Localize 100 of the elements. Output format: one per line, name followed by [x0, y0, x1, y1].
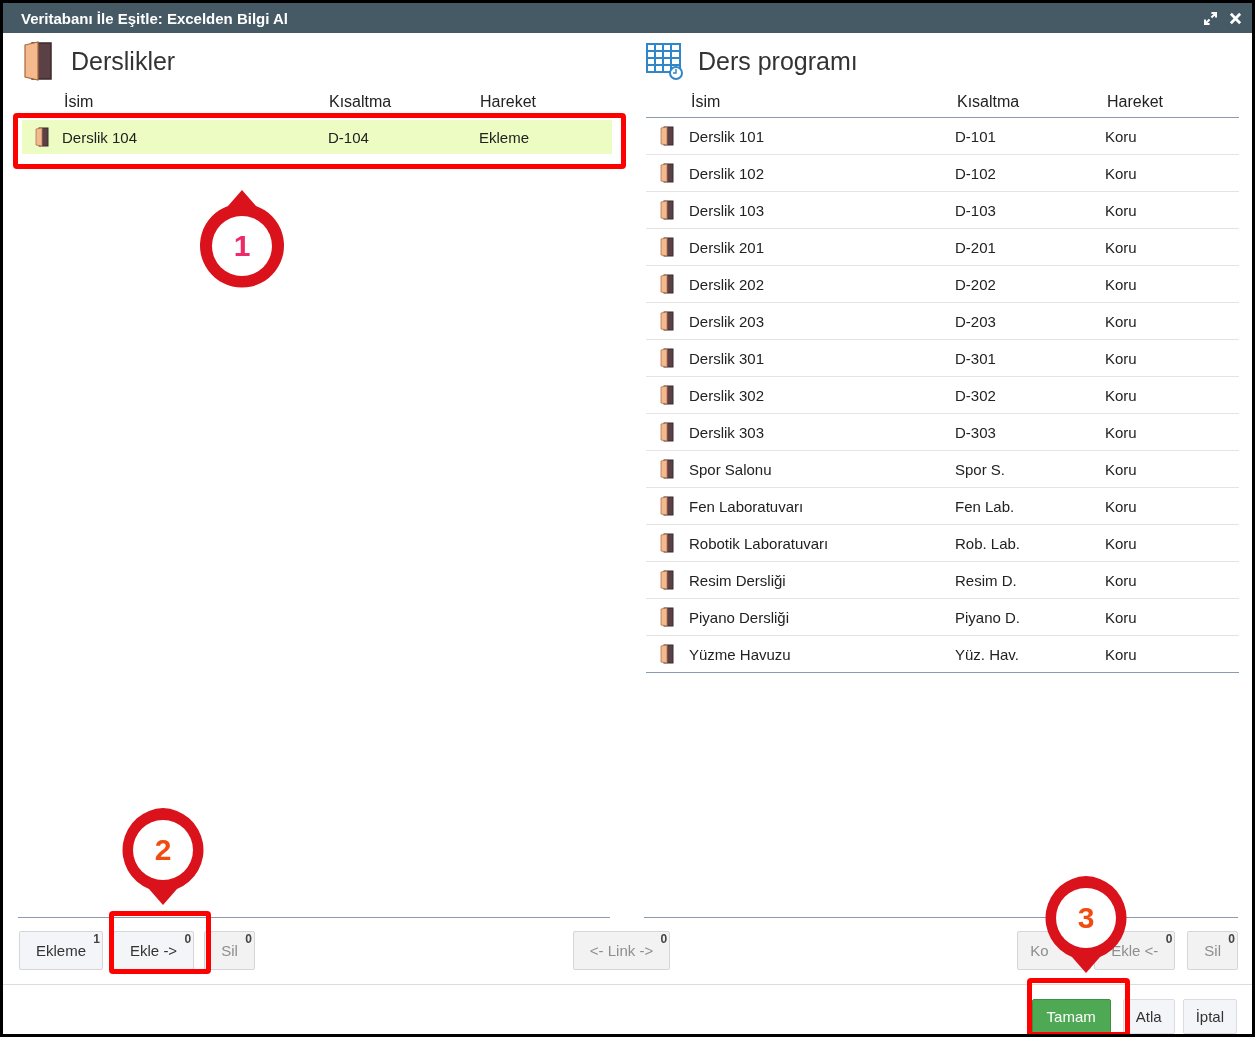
table-cell-text: Resim Dersliği [689, 571, 787, 589]
door-icon [660, 274, 675, 294]
table-cell-text: D-103 [955, 201, 997, 219]
door-icon [35, 127, 49, 147]
table-row[interactable]: Fen Laboratuvarı Fen Lab. Koru [646, 488, 1239, 525]
table-cell-text: Koru [1105, 201, 1138, 219]
table-cell-text: Koru [1105, 312, 1138, 330]
count-label: 0 [660, 932, 668, 946]
table-cell-text: Yüzme Havuzu [689, 645, 792, 663]
table-cell-text: Spor S. [955, 460, 1006, 478]
table-cell-text: Resim D. [955, 571, 1018, 589]
count-label: 0 [1228, 932, 1235, 946]
table-row[interactable]: Derslik 202 D-202 Koru [646, 266, 1239, 303]
table-row[interactable]: Derslik 203 D-203 Koru [646, 303, 1239, 340]
action-button[interactable]: Ekle -> 0 [113, 931, 195, 970]
table-cell-text: Koru [1105, 608, 1138, 626]
table-row[interactable]: Derslik 201 D-201 Koru [646, 229, 1239, 266]
table-cell-text: Robotik Laboratuvarı [689, 534, 830, 552]
close-icon[interactable] [1229, 11, 1242, 25]
table-cell-text: D-202 [955, 275, 997, 293]
table-cell-text: Ekleme [479, 128, 531, 146]
table-cell-text: Derslik 103 [689, 201, 765, 219]
column-header: Kısaltma [956, 92, 1021, 111]
table-cell-text: Derslik 101 [689, 127, 765, 145]
table-cell-text: Derslik 104 [62, 128, 139, 146]
table-cell-text: D-102 [955, 164, 997, 182]
table-cell-text: Koru [1105, 423, 1138, 441]
column-header: Kısaltma [328, 93, 393, 111]
table-cell-text: Rob. Lab. [955, 534, 1022, 552]
column-header: Hareket [479, 93, 538, 111]
count-label: 0 [245, 932, 252, 946]
door-icon [660, 496, 675, 516]
table-row[interactable]: Spor Salonu Spor S. Koru [646, 451, 1239, 488]
table-cell-text: Koru [1105, 460, 1138, 478]
table-cell-text: Fen Laboratuvarı [689, 497, 805, 515]
table-cell-text: Koru [1105, 127, 1138, 145]
table-cell-text: Spor Salonu [689, 460, 773, 478]
door-icon [660, 644, 675, 664]
panel-title: Derslikler [71, 46, 176, 76]
column-header: İsim [63, 93, 95, 111]
door-icon [660, 533, 675, 553]
table-cell-text: D-201 [955, 238, 997, 256]
door-icon [660, 237, 675, 257]
table-cell-text: Derslik 202 [689, 275, 765, 293]
table-cell-text: D-101 [955, 127, 997, 145]
table-row[interactable]: Piyano Dersliği Piyano D. Koru [646, 599, 1239, 636]
table-cell-text: D-203 [955, 312, 997, 330]
table-cell-text: Derslik 201 [689, 238, 765, 256]
table-row[interactable]: Derslik 103 D-103 Koru [646, 192, 1239, 229]
table-row[interactable]: Derslik 302 D-302 Koru [646, 377, 1239, 414]
table-row[interactable]: Yüzme Havuzu Yüz. Hav. Koru [646, 636, 1239, 673]
table-row[interactable]: Derslik 102 D-102 Koru [646, 155, 1239, 192]
door-icon [660, 570, 675, 590]
table-cell-text: Derslik 303 [689, 423, 765, 441]
dialog-button[interactable]: İptal [1182, 999, 1237, 1034]
table-cell-text: D-302 [955, 386, 997, 404]
table-cell-text: Piyano Dersliği [689, 608, 791, 626]
table-row[interactable]: Derslik 104 D-104 Ekleme [22, 120, 612, 154]
table-cell-text: Derslik 301 [689, 349, 765, 367]
table-cell-text: Derslik 302 [689, 386, 765, 404]
count-label: 1 [93, 932, 101, 946]
expand-icon[interactable] [1204, 11, 1217, 25]
table-cell-text: Piyano D. [955, 608, 1022, 626]
table-cell-text: Koru [1105, 534, 1138, 552]
panel-title: Ders programı [698, 46, 858, 76]
door-icon [660, 200, 675, 220]
table-cell-text: Koru [1105, 645, 1138, 663]
table-cell-text: Koru [1105, 386, 1138, 404]
door-icon [660, 311, 675, 331]
door-icon [660, 459, 675, 479]
table-cell-text: Koru [1105, 571, 1138, 589]
step-number: 2 [153, 833, 173, 867]
count-label: 0 [1165, 932, 1173, 946]
table-cell-text: Koru [1105, 164, 1138, 182]
table-row[interactable]: Derslik 303 D-303 Koru [646, 414, 1239, 451]
dialog-button[interactable]: Atla [1122, 999, 1175, 1034]
door-icon [660, 607, 675, 627]
door-icon [660, 422, 675, 442]
table-row[interactable]: Derslik 301 D-301 Koru [646, 340, 1239, 377]
table-row[interactable]: Derslik 101 D-101 Koru [646, 118, 1239, 155]
table-cell-text: Koru [1105, 275, 1138, 293]
table-cell-text: D-301 [955, 349, 997, 367]
action-button[interactable]: Ekleme 1 [19, 931, 104, 970]
door-icon [660, 348, 675, 368]
table-cell-text: Fen Lab. [955, 497, 1016, 515]
window-title: Veritabanı İle Eşitle: Excelden Bilgi Al [21, 9, 289, 27]
count-label: 0 [184, 932, 192, 946]
door-icon [660, 126, 675, 146]
door-icon [660, 163, 675, 183]
table-cell-text: Koru [1105, 349, 1138, 367]
table-cell-text: Derslik 203 [689, 312, 765, 330]
table-cell-text: Koru [1105, 497, 1138, 515]
door-icon [660, 385, 675, 405]
column-header: İsim [690, 92, 722, 111]
table-row[interactable]: Resim Dersliği Resim D. Koru [646, 562, 1239, 599]
column-header: Hareket [1106, 92, 1164, 111]
table-cell-text: Koru [1105, 238, 1138, 256]
table-row[interactable]: Robotik Laboratuvarı Rob. Lab. Koru [646, 525, 1239, 562]
table-cell-text: D-104 [328, 128, 370, 146]
calendar-clock-icon [646, 42, 684, 80]
